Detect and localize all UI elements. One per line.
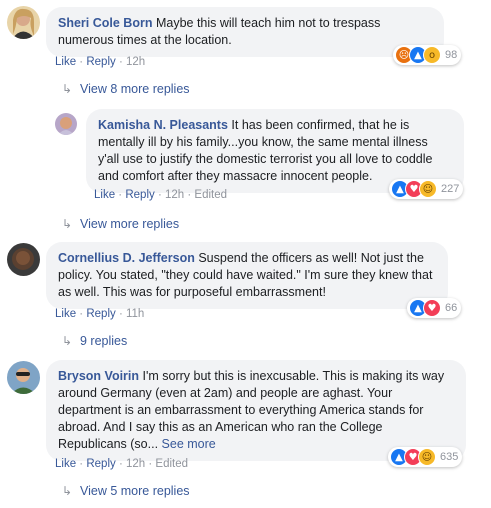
reply-link[interactable]: Reply xyxy=(125,189,154,201)
view-replies-label[interactable]: 9 replies xyxy=(80,334,127,348)
reaction-count: 227 xyxy=(441,183,460,195)
reply-arrow-icon: ↳ xyxy=(62,334,73,348)
avatar-cornellius[interactable] xyxy=(7,243,40,276)
timestamp[interactable]: 12h xyxy=(126,56,145,68)
wow-icon: o xyxy=(423,46,441,64)
haha-icon: ☺ xyxy=(419,180,437,198)
comment-bubble: Bryson Voirin I'm sorry but this is inex… xyxy=(46,360,466,461)
comment-author[interactable]: Bryson Voirin xyxy=(58,369,139,383)
separator: · xyxy=(76,56,87,68)
view-replies-link[interactable]: ↳ View more replies xyxy=(62,217,179,231)
edited-label[interactable]: Edited xyxy=(155,458,188,470)
reaction-count: 98 xyxy=(445,49,458,61)
reactions-summary[interactable]: ▲ ♥ ☺ 635 xyxy=(388,447,463,467)
separator: · xyxy=(76,458,87,470)
reaction-count: 66 xyxy=(445,302,458,314)
like-link[interactable]: Like xyxy=(55,458,76,470)
reactions-summary[interactable]: ▲ ♥ 66 xyxy=(407,298,462,318)
separator: · xyxy=(184,189,195,201)
separator: · xyxy=(115,56,126,68)
view-replies-link[interactable]: ↳ 9 replies xyxy=(62,334,127,348)
timestamp[interactable]: 11h xyxy=(126,308,144,320)
separator: · xyxy=(115,308,126,320)
comment-bubble: Sheri Cole Born Maybe this will teach hi… xyxy=(46,7,444,57)
like-link[interactable]: Like xyxy=(94,189,115,201)
like-link[interactable]: Like xyxy=(55,308,76,320)
reactions-summary[interactable]: ▲ ♥ ☺ 227 xyxy=(389,179,464,199)
view-replies-link[interactable]: ↳ View 8 more replies xyxy=(62,82,190,96)
reactions-summary[interactable]: ☹ ▲ o 98 xyxy=(393,45,462,65)
see-more-link[interactable]: See more xyxy=(162,437,216,451)
timestamp[interactable]: 12h xyxy=(126,458,145,470)
separator: · xyxy=(76,308,87,320)
reaction-count: 635 xyxy=(440,451,459,463)
reply-link[interactable]: Reply xyxy=(86,308,115,320)
reply-arrow-icon: ↳ xyxy=(62,82,73,96)
view-replies-label[interactable]: View 8 more replies xyxy=(80,82,190,96)
separator: · xyxy=(145,458,156,470)
view-replies-link[interactable]: ↳ View 5 more replies xyxy=(62,484,190,498)
comment-author[interactable]: Sheri Cole Born xyxy=(58,16,152,30)
separator: · xyxy=(154,189,165,201)
avatar-sheri[interactable] xyxy=(7,6,40,39)
like-link[interactable]: Like xyxy=(55,56,76,68)
comment-author[interactable]: Cornellius D. Jefferson xyxy=(58,251,195,265)
reply-arrow-icon: ↳ xyxy=(62,484,73,498)
view-replies-label[interactable]: View 5 more replies xyxy=(80,484,190,498)
comment-bubble: Cornellius D. Jefferson Suspend the offi… xyxy=(46,242,448,309)
reply-arrow-icon: ↳ xyxy=(62,217,73,231)
comment-actions: Like · Reply · 11h xyxy=(55,308,144,320)
separator: · xyxy=(115,189,126,201)
comment-actions: Like · Reply · 12h xyxy=(55,56,145,68)
view-replies-label[interactable]: View more replies xyxy=(80,217,179,231)
reply-link[interactable]: Reply xyxy=(86,56,115,68)
comment-actions: Like · Reply · 12h · Edited xyxy=(94,189,227,201)
timestamp[interactable]: 12h xyxy=(165,189,184,201)
avatar-bryson[interactable] xyxy=(7,361,40,394)
love-icon: ♥ xyxy=(423,299,441,317)
reply-link[interactable]: Reply xyxy=(86,458,115,470)
comment-author[interactable]: Kamisha N. Pleasants xyxy=(98,118,228,132)
separator: · xyxy=(115,458,126,470)
haha-icon: ☺ xyxy=(418,448,436,466)
comment-actions: Like · Reply · 12h · Edited xyxy=(55,458,188,470)
avatar-kamisha[interactable] xyxy=(55,113,77,135)
edited-label[interactable]: Edited xyxy=(194,189,227,201)
